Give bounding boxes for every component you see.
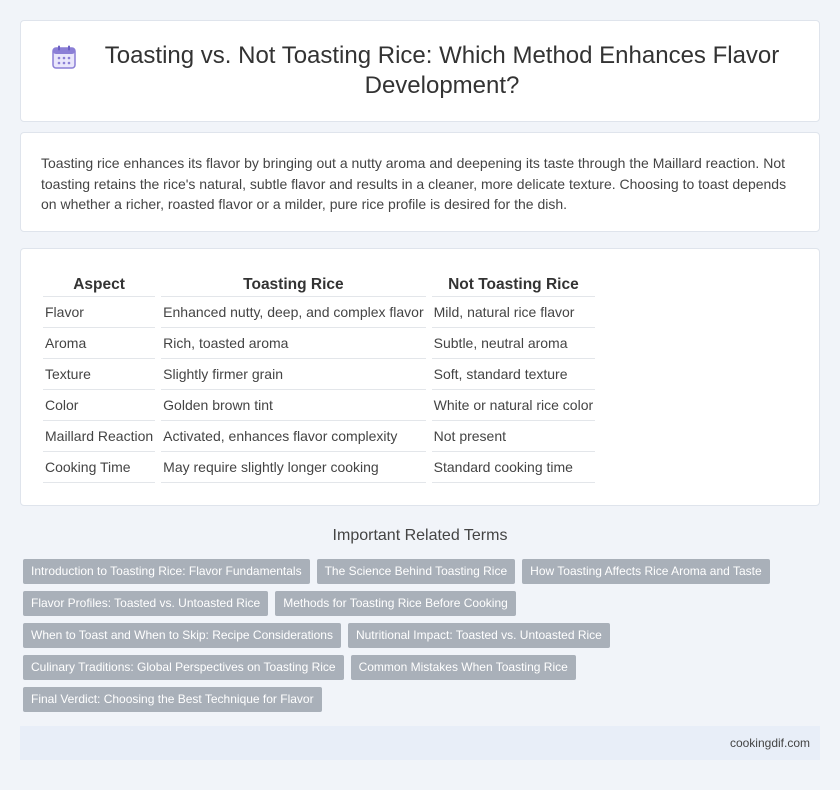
table-cell: Cooking Time — [43, 452, 156, 483]
column-header-toasting: Toasting Rice — [161, 273, 426, 297]
table-cell: May require slightly longer cooking — [161, 452, 426, 483]
table-cell: Soft, standard texture — [431, 359, 596, 390]
calendar-icon — [52, 45, 76, 69]
related-terms-heading: Important Related Terms — [332, 527, 508, 544]
table-cell: Enhanced nutty, deep, and complex flavor — [161, 297, 426, 328]
table-cell: Flavor — [43, 297, 156, 328]
page-title: Toasting vs. Not Toasting Rice: Which Me… — [104, 42, 780, 99]
table-cell: White or natural rice color — [431, 390, 596, 421]
table-row: Aroma Rich, toasted aroma Subtle, neutra… — [43, 328, 596, 359]
intro-card: Toasting rice enhances its flavor by bri… — [20, 132, 820, 232]
table-row: Maillard Reaction Activated, enhances fl… — [43, 421, 596, 452]
table-cell: Maillard Reaction — [43, 421, 156, 452]
table-cell: Rich, toasted aroma — [161, 328, 426, 359]
table-cell: Aroma — [43, 328, 156, 359]
related-terms-list: Introduction to Toasting Rice: Flavor Fu… — [23, 559, 813, 719]
table-cell: Color — [43, 390, 156, 421]
related-term-tag[interactable]: Flavor Profiles: Toasted vs. Untoasted R… — [23, 591, 269, 616]
table-cell: Mild, natural rice flavor — [431, 297, 596, 328]
table-cell: Texture — [43, 359, 156, 390]
related-term-tag[interactable]: Introduction to Toasting Rice: Flavor Fu… — [23, 559, 310, 584]
table-row: Color Golden brown tint White or natural… — [43, 390, 596, 421]
table-cell: Golden brown tint — [161, 390, 426, 421]
intro-paragraph: Toasting rice enhances its flavor by bri… — [41, 155, 787, 212]
related-term-tag[interactable]: Final Verdict: Choosing the Best Techniq… — [23, 687, 322, 712]
related-term-tag[interactable]: When to Toast and When to Skip: Recipe C… — [23, 623, 341, 648]
footer-site-link[interactable]: cookingdif.com — [730, 736, 810, 750]
footer: cookingdif.com — [20, 726, 820, 760]
table-cell: Not present — [431, 421, 596, 452]
table-row: Texture Slightly firmer grain Soft, stan… — [43, 359, 596, 390]
table-cell: Subtle, neutral aroma — [431, 328, 596, 359]
related-term-tag[interactable]: Culinary Traditions: Global Perspectives… — [23, 655, 344, 680]
table-cell: Standard cooking time — [431, 452, 596, 483]
column-header-not-toasting: Not Toasting Rice — [431, 273, 596, 297]
table-cell: Slightly firmer grain — [161, 359, 426, 390]
table-cell: Activated, enhances flavor complexity — [161, 421, 426, 452]
table-header-row: Aspect Toasting Rice Not Toasting Rice — [43, 273, 596, 297]
related-term-tag[interactable]: Nutritional Impact: Toasted vs. Untoaste… — [347, 623, 610, 648]
column-header-aspect: Aspect — [43, 273, 156, 297]
table-row: Cooking Time May require slightly longer… — [43, 452, 596, 483]
related-term-tag[interactable]: Common Mistakes When Toasting Rice — [350, 655, 576, 680]
title-card: Toasting vs. Not Toasting Rice: Which Me… — [20, 20, 820, 122]
title-wrap: Toasting vs. Not Toasting Rice: Which Me… — [21, 21, 819, 121]
comparison-card: Aspect Toasting Rice Not Toasting Rice F… — [20, 248, 820, 506]
comparison-table: Aspect Toasting Rice Not Toasting Rice F… — [37, 273, 601, 483]
related-term-tag[interactable]: How Toasting Affects Rice Aroma and Tast… — [522, 559, 770, 584]
related-term-tag[interactable]: Methods for Toasting Rice Before Cooking — [275, 591, 516, 616]
table-row: Flavor Enhanced nutty, deep, and complex… — [43, 297, 596, 328]
related-term-tag[interactable]: The Science Behind Toasting Rice — [316, 559, 516, 584]
